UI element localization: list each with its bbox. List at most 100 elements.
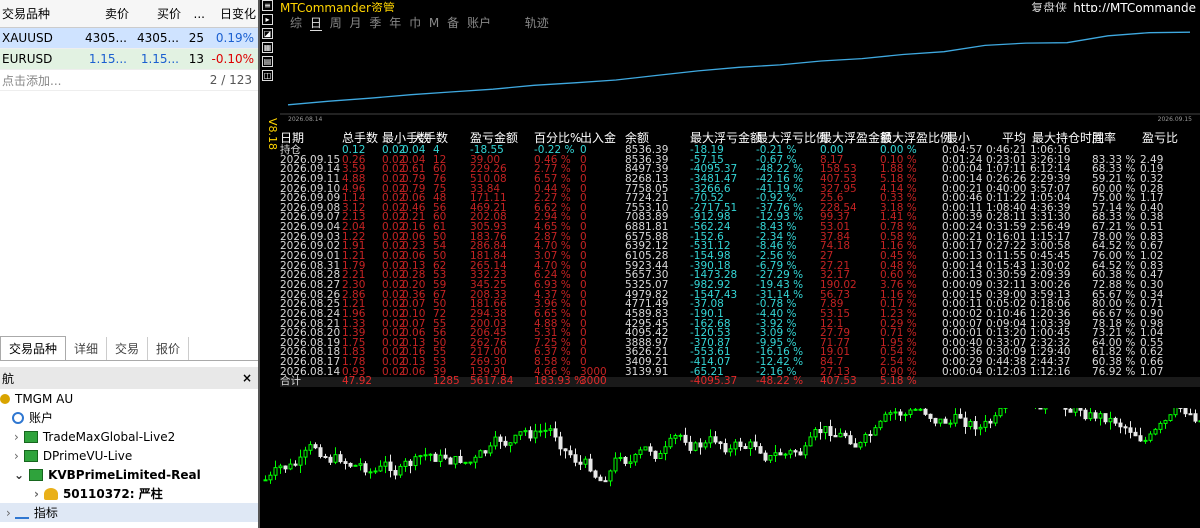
candle-body xyxy=(403,460,408,467)
table-row[interactable]: 2026.08.14 0.93 0.02 0.06 39 139.91 4.66 % 3000… xyxy=(280,365,1200,378)
candle-body xyxy=(408,460,413,467)
candle-body xyxy=(918,408,923,411)
candle-body xyxy=(638,449,643,455)
candle-body xyxy=(498,436,503,442)
candle-body xyxy=(758,446,763,454)
candle-body xyxy=(503,440,508,446)
symbol-change: 0.19% xyxy=(215,31,254,45)
candle-body xyxy=(1148,433,1153,441)
tab-details[interactable]: 详细 xyxy=(66,337,108,360)
candle-body xyxy=(428,453,433,456)
candle-body xyxy=(318,447,323,457)
symbol-count: 2 / 123 xyxy=(209,73,252,87)
candle-body xyxy=(1133,431,1138,437)
candle-body xyxy=(548,428,553,431)
candle-body xyxy=(823,426,828,434)
candle-body xyxy=(1093,412,1098,419)
candle-body xyxy=(873,427,878,436)
nav-item-account[interactable]: › 50110372: 严柱 xyxy=(0,484,258,503)
equity-curve xyxy=(280,31,1200,115)
candle-body xyxy=(608,470,613,482)
candle-body xyxy=(843,432,848,437)
candle-body xyxy=(1168,414,1173,422)
candle-body xyxy=(323,455,328,458)
nav-item-accounts[interactable]: 账户 xyxy=(0,408,258,427)
candle-body xyxy=(888,412,893,415)
candle-body xyxy=(1103,413,1108,423)
navigator-header: 航 × xyxy=(0,367,258,389)
expand-icon[interactable]: › xyxy=(6,506,11,520)
candle-body xyxy=(828,426,833,436)
grid-icon[interactable]: ▦ xyxy=(262,42,273,53)
col-change[interactable]: 日变化 xyxy=(207,5,258,22)
candle-body xyxy=(523,430,528,433)
table-icon[interactable]: ▤ xyxy=(262,56,273,67)
column-header[interactable]: 盈亏比 xyxy=(1142,132,1178,145)
col-ask[interactable]: 买价 xyxy=(131,5,183,22)
candle-body xyxy=(668,437,673,448)
candle-body xyxy=(563,448,568,452)
table-cell: 1.07 xyxy=(1140,365,1164,378)
symbol-ask: 1.15... xyxy=(140,52,179,66)
indicator-toolbar: ≡ ▸ ◪ ▦ ▤ ◫ xyxy=(262,0,274,84)
candle-body xyxy=(1108,417,1113,423)
candle-body xyxy=(728,448,733,453)
symbol-row-xauusd[interactable]: XAUUSD 4305... 4305... 25 0.19% xyxy=(0,28,258,49)
candle-body xyxy=(423,454,428,457)
expand-icon[interactable]: › xyxy=(14,430,19,444)
candle-body xyxy=(413,456,418,467)
table-cell: 183.93 % xyxy=(534,375,585,388)
candle-body xyxy=(673,435,678,439)
nav-item-server-1[interactable]: › TradeMaxGlobal-Live2 xyxy=(0,427,258,446)
tab-symbols[interactable]: 交易品种 xyxy=(0,336,67,360)
nav-item-server-2[interactable]: › DPrimeVU-Live xyxy=(0,446,258,465)
nav-item-indicators[interactable]: › 指标 xyxy=(0,503,258,522)
candle-body xyxy=(598,476,603,482)
candle-body xyxy=(723,443,728,453)
table-cell: 47.92 xyxy=(342,375,373,388)
col-bid[interactable]: 卖价 xyxy=(78,5,131,22)
candle-body xyxy=(1068,408,1073,413)
collapse-icon[interactable]: ⌄ xyxy=(14,468,24,482)
tool-icon[interactable]: ◪ xyxy=(262,28,273,39)
candle-body xyxy=(973,421,978,430)
candle-body xyxy=(538,430,543,433)
user-icon xyxy=(43,487,58,500)
candle-body xyxy=(618,456,623,459)
col-symbol[interactable]: 交易品种 xyxy=(0,5,78,22)
candle-body xyxy=(338,454,343,463)
column-header[interactable]: 胜率 xyxy=(1092,132,1116,145)
version-label: V8.18 xyxy=(266,118,279,151)
col-spread[interactable]: ... xyxy=(183,7,207,21)
add-symbol-label[interactable]: 点击添加... xyxy=(0,72,170,89)
gear-icon[interactable]: ◫ xyxy=(262,70,273,81)
candle-body xyxy=(683,434,688,443)
navigator-title: 航 xyxy=(2,371,15,386)
candle-body xyxy=(893,411,898,414)
table-cell: 0:00:04 xyxy=(942,365,983,378)
expand-icon[interactable]: › xyxy=(34,487,39,501)
expand-icon[interactable]: › xyxy=(14,449,19,463)
candle-body xyxy=(833,434,838,438)
candle-body xyxy=(313,444,318,449)
tab-trading[interactable]: 交易 xyxy=(107,337,149,360)
close-icon[interactable]: × xyxy=(242,371,252,385)
candle-body xyxy=(738,441,743,447)
chart-window[interactable]: ≡ ▸ ◪ ▦ ▤ ◫ MTCommander资管 复盘侠 http://MTCo… xyxy=(258,0,1200,528)
add-symbol-row[interactable]: 点击添加... 2 / 123 xyxy=(0,70,258,91)
candle-body xyxy=(988,420,993,424)
candle-body xyxy=(733,441,738,450)
candle-body xyxy=(933,417,938,424)
candle-body xyxy=(268,474,273,481)
broker-icon xyxy=(0,393,10,404)
symbol-row-eurusd[interactable]: EURUSD 1.15... 1.15... 13 -0.10% xyxy=(0,49,258,70)
nav-item-server-3[interactable]: ⌄ KVBPrimeLimited-Real xyxy=(0,465,258,484)
tab-ticks[interactable]: 报价 xyxy=(148,337,190,360)
candle-body xyxy=(953,413,958,424)
candle-body xyxy=(558,436,563,450)
candle-body xyxy=(373,470,378,473)
total-row[interactable]: 合计 47.92 1285 5617.84 183.93 % 3000 -4095.37 -4… xyxy=(280,375,1200,388)
nav-item-tmgm[interactable]: TMGM AU xyxy=(0,389,258,408)
arrow-icon[interactable]: ▸ xyxy=(262,14,273,25)
menu-icon[interactable]: ≡ xyxy=(262,0,273,11)
